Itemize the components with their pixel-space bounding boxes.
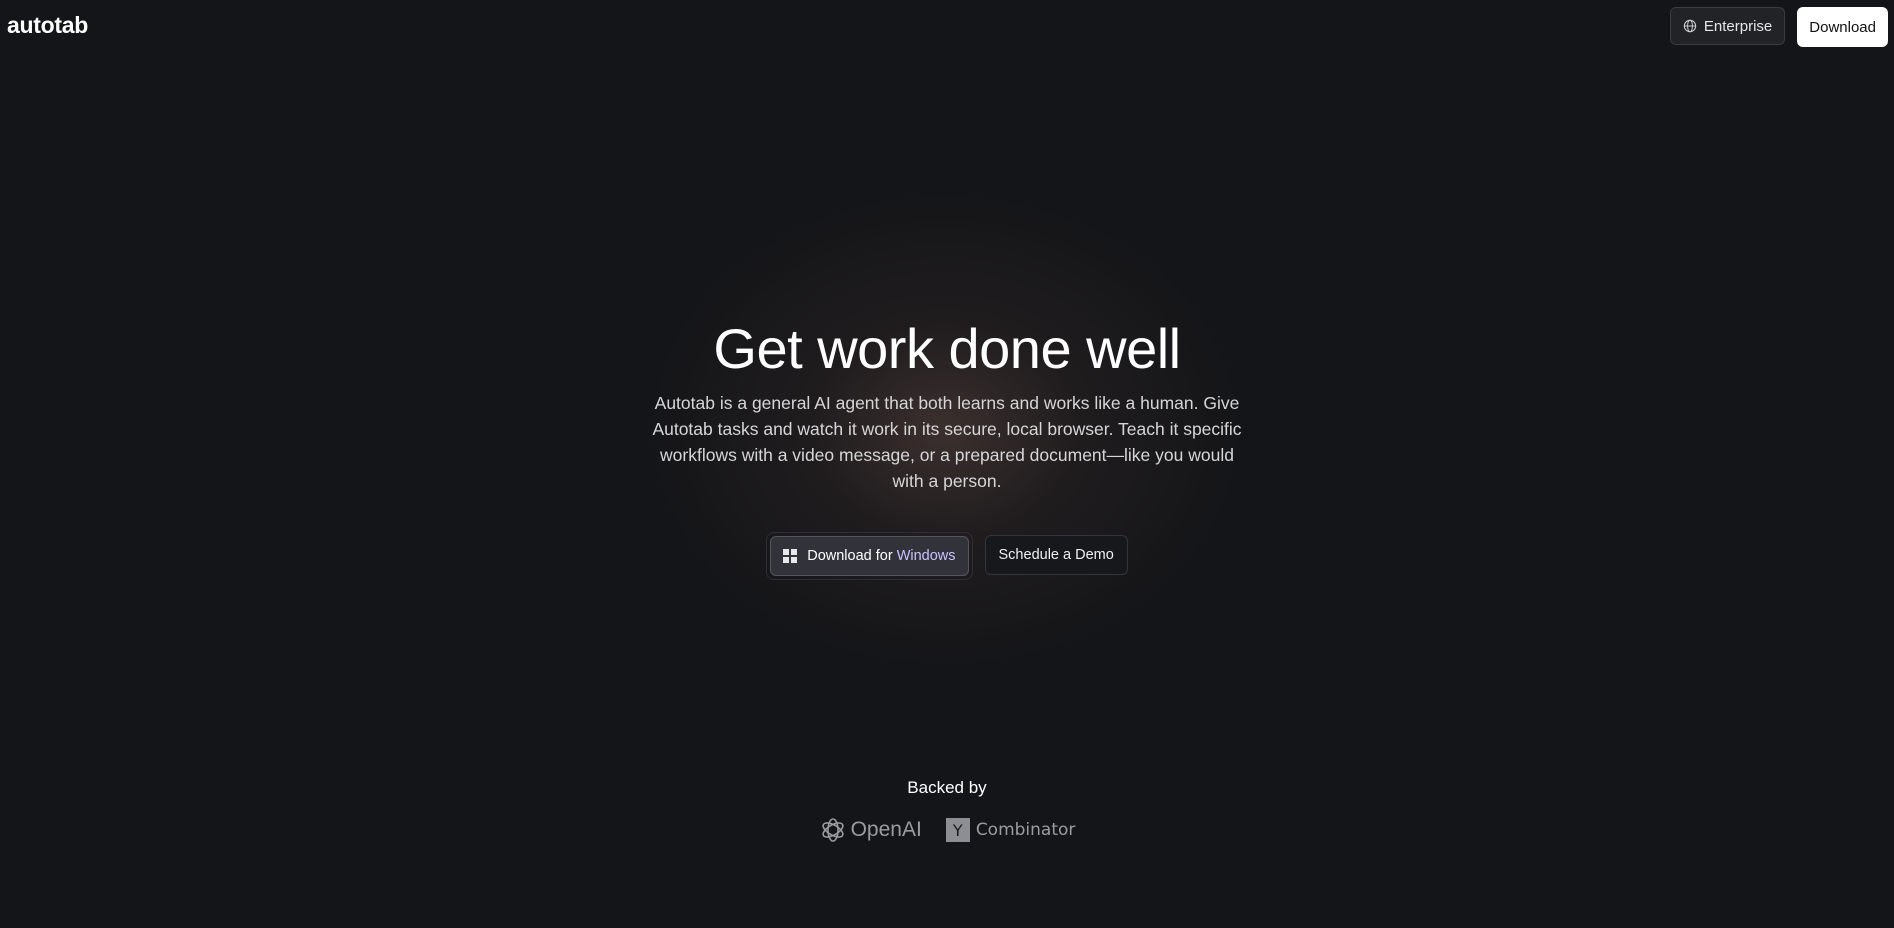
schedule-demo-button[interactable]: Schedule a Demo	[984, 535, 1128, 575]
download-windows-button[interactable]: Download for Windows	[770, 536, 969, 576]
download-windows-label: Download for Windows	[807, 548, 955, 564]
schedule-demo-label: Schedule a Demo	[998, 547, 1114, 563]
landing-page: autotab Enterprise Download Get work don…	[0, 0, 1894, 928]
hero-description: Autotab is a general AI agent that both …	[652, 393, 1242, 491]
brand-logo[interactable]: autotab	[7, 12, 88, 39]
backer-logos: OpenAI Y Combinator	[0, 816, 1894, 844]
download-windows-wrapper: Download for Windows	[766, 532, 973, 580]
windows-icon	[783, 549, 798, 563]
y-combinator-logo-icon: Y	[945, 818, 970, 842]
openai-logo: OpenAI	[819, 816, 922, 844]
download-windows-accent: Windows	[896, 548, 956, 564]
openai-logo-icon	[821, 818, 844, 842]
cta-row: Download for Windows Schedule a Demo	[0, 532, 1894, 580]
download-label: Download	[1809, 18, 1876, 36]
hero-section: Get work done well Autotab is a general …	[0, 314, 1894, 580]
top-nav: Enterprise Download	[1669, 7, 1888, 47]
openai-name: OpenAI	[850, 818, 922, 841]
y-combinator-logo: Y Combinator	[945, 818, 1076, 842]
enterprise-label: Enterprise	[1703, 17, 1773, 35]
globe-icon	[1683, 19, 1697, 33]
enterprise-button[interactable]: Enterprise	[1669, 7, 1786, 45]
backed-by-label: Backed by	[907, 778, 987, 797]
download-windows-prefix: Download for	[807, 548, 893, 564]
download-button[interactable]: Download	[1797, 7, 1888, 47]
hero-headline: Get work done well	[713, 317, 1181, 380]
y-combinator-name: Combinator	[975, 820, 1076, 840]
backed-by-section: Backed by OpenAI Y Combinator	[0, 778, 1894, 844]
